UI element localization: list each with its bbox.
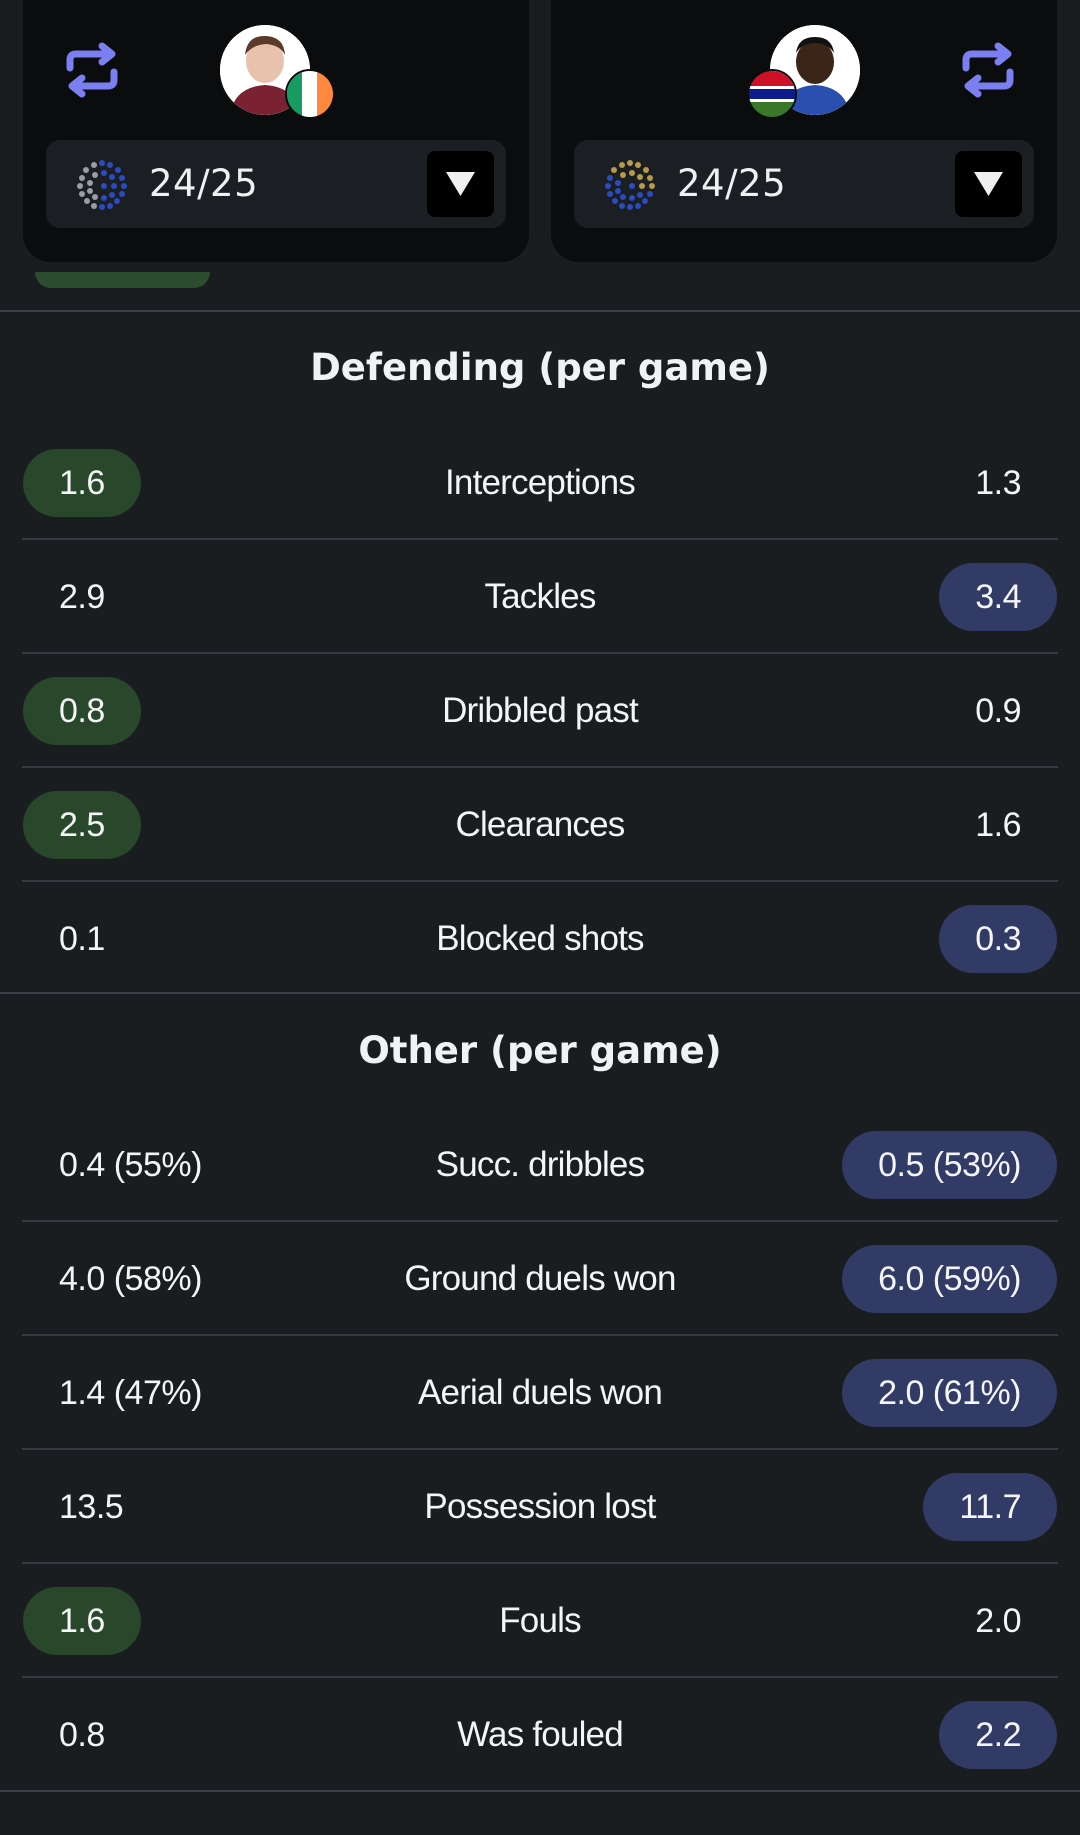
section-divider — [0, 992, 1080, 994]
compare-header: 24/25 24/25 — [0, 0, 1080, 300]
section-divider — [0, 1790, 1080, 1792]
stat-label: Blocked shots — [436, 919, 644, 958]
stat-row-succ-dribbles: 0.4 (55%) Succ. dribbles 0.5 (53%) — [0, 1108, 1080, 1222]
previous-row-pill-remnant — [35, 272, 210, 288]
stat-row-was-fouled: 0.8 Was fouled 2.2 — [0, 1678, 1080, 1792]
flag-ireland-icon — [285, 69, 335, 119]
triangle-down-icon — [974, 172, 1003, 196]
stat-label: Interceptions — [445, 463, 636, 502]
stat-row-clearances: 2.5 Clearances 1.6 — [0, 768, 1080, 882]
stat-label: Tackles — [484, 577, 596, 616]
stat-row-fouls: 1.6 Fouls 2.0 — [0, 1564, 1080, 1678]
season-label-left: 24/25 — [149, 162, 259, 205]
right-value: 11.7 — [923, 1473, 1057, 1541]
stat-row-possession-lost: 13.5 Possession lost 11.7 — [0, 1450, 1080, 1564]
player-card-left: 24/25 — [23, 0, 529, 262]
swap-player-icon[interactable] — [956, 38, 1020, 102]
right-value: 3.4 — [939, 563, 1057, 631]
right-value: 2.2 — [939, 1701, 1057, 1769]
stat-row-blocked-shots: 0.1 Blocked shots 0.3 — [0, 882, 1080, 996]
league-logo-icon — [602, 157, 658, 213]
section-title-defending: Defending (per game) — [310, 346, 770, 389]
right-value: 0.3 — [939, 905, 1057, 973]
stat-label: Fouls — [499, 1601, 581, 1640]
stat-row-tackles: 2.9 Tackles 3.4 — [0, 540, 1080, 654]
season-label-right: 24/25 — [677, 162, 787, 205]
right-value: 0.9 — [975, 692, 1021, 730]
swap-player-icon[interactable] — [60, 38, 124, 102]
season-dropdown-button-left[interactable] — [427, 151, 494, 217]
right-value: 1.3 — [975, 464, 1021, 502]
right-value: 6.0 (59%) — [842, 1245, 1057, 1313]
section-title-other: Other (per game) — [358, 1029, 722, 1072]
right-value: 1.6 — [975, 806, 1021, 844]
stat-label: Possession lost — [424, 1487, 656, 1526]
stat-row-ground-duels-won: 4.0 (58%) Ground duels won 6.0 (59%) — [0, 1222, 1080, 1336]
season-selector-left[interactable]: 24/25 — [46, 140, 506, 228]
stat-row-aerial-duels-won: 1.4 (47%) Aerial duels won 2.0 (61%) — [0, 1336, 1080, 1450]
triangle-down-icon — [446, 172, 475, 196]
right-value: 0.5 (53%) — [842, 1131, 1057, 1199]
league-logo-icon — [74, 157, 130, 213]
stat-row-interceptions: 1.6 Interceptions 1.3 — [0, 426, 1080, 540]
stat-row-dribbled-past: 0.8 Dribbled past 0.9 — [0, 654, 1080, 768]
flag-gambia-icon — [747, 69, 797, 119]
season-dropdown-button-right[interactable] — [955, 151, 1022, 217]
player-card-right: 24/25 — [551, 0, 1057, 262]
stat-label: Dribbled past — [442, 691, 639, 730]
right-value: 2.0 — [975, 1602, 1021, 1640]
stat-label: Was fouled — [457, 1715, 624, 1754]
right-value: 2.0 (61%) — [842, 1359, 1057, 1427]
section-divider — [0, 310, 1080, 312]
stat-label: Clearances — [455, 805, 625, 844]
season-selector-right[interactable]: 24/25 — [574, 140, 1034, 228]
